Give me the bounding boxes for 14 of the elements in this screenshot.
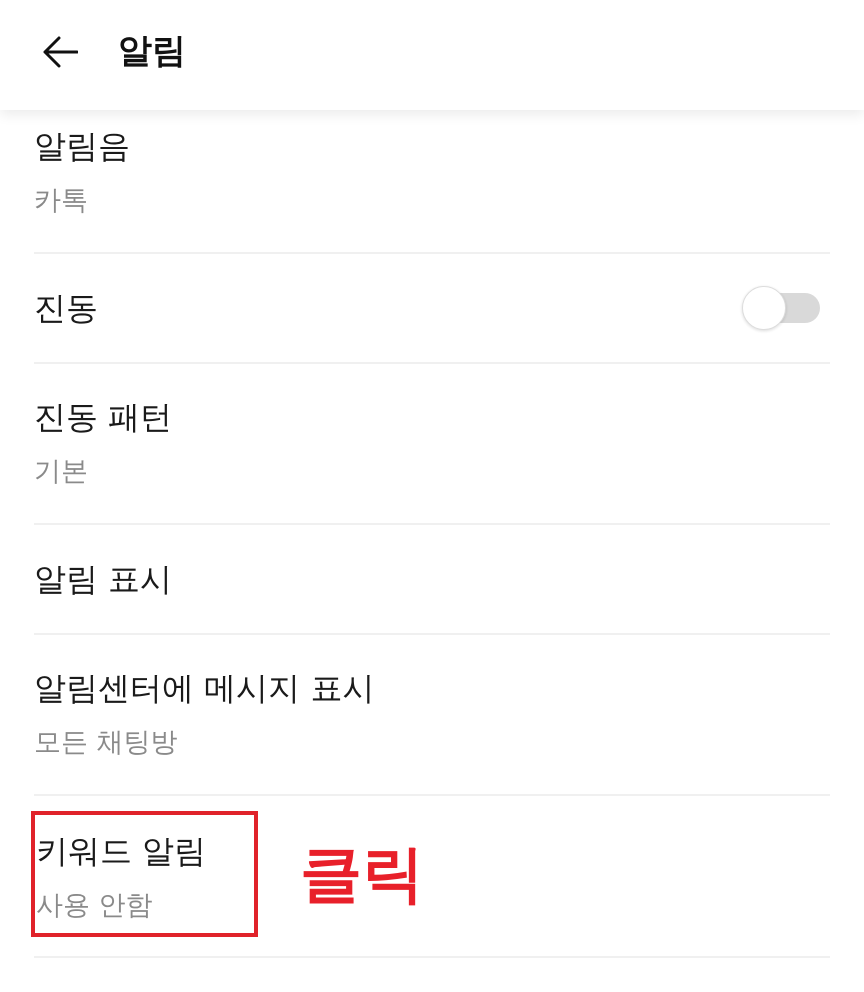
back-arrow-icon: [42, 36, 78, 68]
setting-value: 기본: [34, 455, 89, 489]
callout-text: 클릭: [300, 838, 424, 910]
setting-value: 사용 안함: [36, 889, 154, 923]
setting-label[interactable]: 알림음: [34, 123, 130, 169]
setting-label[interactable]: 진동 패턴: [34, 394, 172, 440]
toggle-switch[interactable]: [742, 286, 820, 330]
page-title: 알림: [118, 30, 186, 73]
setting-label[interactable]: 알림 표시: [34, 556, 172, 602]
setting-value: 모든 채팅방: [34, 726, 179, 760]
setting-value: 카톡: [34, 184, 89, 218]
setting-label[interactable]: 키워드 알림: [36, 828, 206, 874]
setting-label[interactable]: 진동: [34, 285, 98, 331]
setting-label[interactable]: 알림센터에 메시지 표시: [34, 665, 374, 711]
